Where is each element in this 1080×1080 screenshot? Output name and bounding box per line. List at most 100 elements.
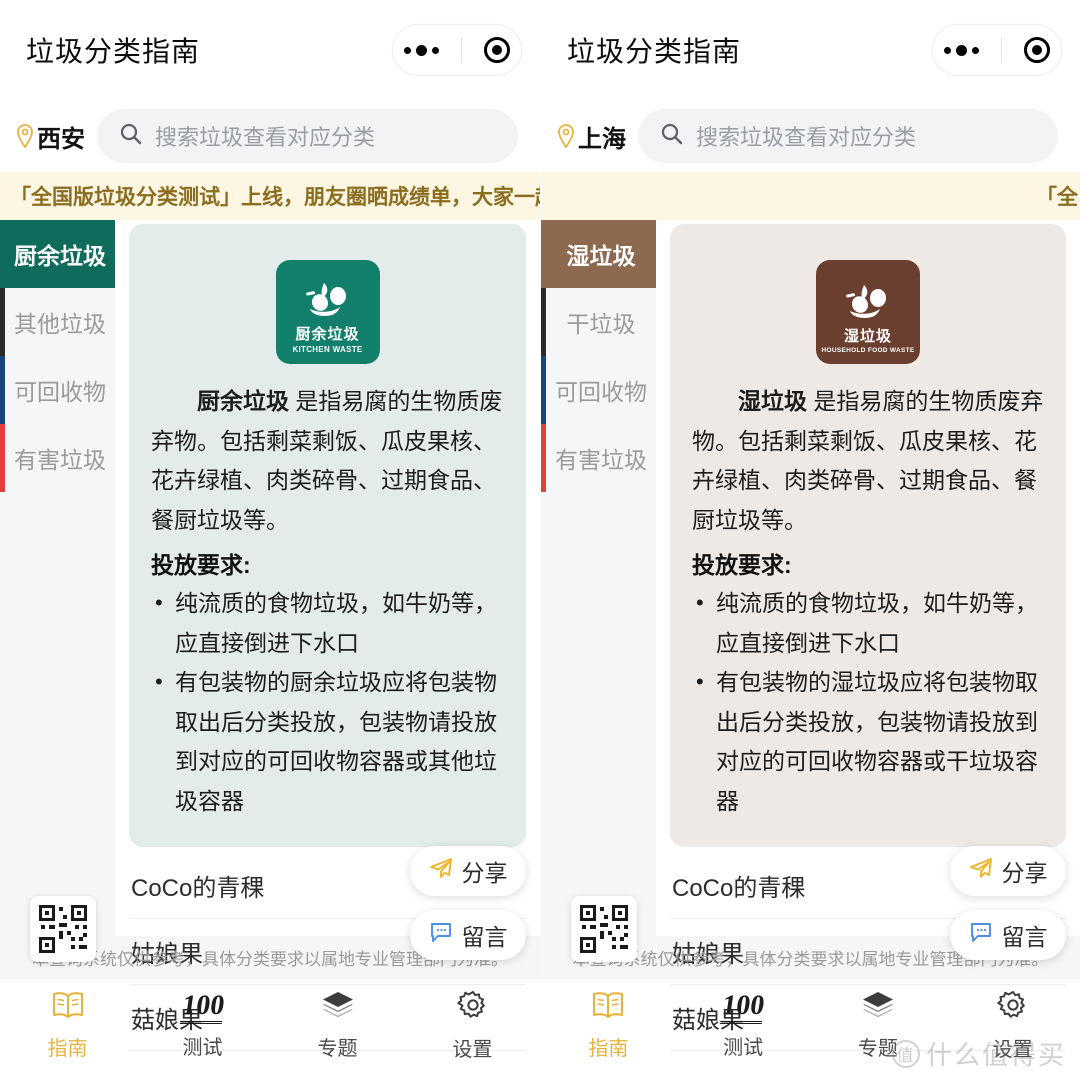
city-selector[interactable]: 上海: [557, 119, 626, 154]
kitchen-waste-badge-icon: 厨余垃圾 KITCHEN WASTE: [275, 260, 380, 364]
tab-label: 测试: [182, 1036, 223, 1059]
share-button[interactable]: 分享: [950, 846, 1066, 896]
qr-code-icon[interactable]: [30, 896, 96, 962]
floating-action-buttons: 分享 留言: [410, 846, 526, 960]
sidebar-item-hazardous[interactable]: 有害垃圾: [541, 424, 656, 492]
city-name: 西安: [37, 125, 85, 153]
comment-button[interactable]: 留言: [950, 910, 1066, 960]
tab-guide[interactable]: 指南: [541, 979, 676, 1072]
comment-label: 留言: [1001, 924, 1048, 950]
tab-test[interactable]: 100 测试: [135, 979, 270, 1072]
tab-topics[interactable]: 专题: [270, 979, 405, 1072]
list-item: 有包装物的湿垃圾应将包装物取出后分类投放，包装物请投放到对应的可回收物容器或干垃…: [692, 663, 1044, 821]
phone-screen-xian: 垃圾分类指南 西安 搜索垃圾查看对应分类 「全国版垃圾分类测试」上线，朋友圈晒成…: [0, 0, 540, 1080]
layers-icon: [861, 990, 895, 1025]
main-content: 厨余垃圾 其他垃圾 可回收物 有害垃圾 厨余垃圾 KITCHEN WASTE 厨…: [0, 220, 540, 1052]
comment-bubble-icon: [429, 920, 453, 950]
sidebar-item-label: 其他垃圾: [14, 311, 106, 337]
category-info-card: 湿垃圾 HOUSEHOLD FOOD WASTE 湿垃圾 是指易腐的生物质废弃物…: [670, 224, 1066, 848]
badge-label-en: KITCHEN WASTE: [292, 345, 363, 354]
search-placeholder: 搜索垃圾查看对应分类: [155, 125, 376, 150]
tab-topics[interactable]: 专题: [811, 979, 946, 1072]
sidebar-item-wet-waste[interactable]: 湿垃圾: [541, 220, 656, 288]
tab-settings[interactable]: 设置: [945, 979, 1080, 1072]
gear-icon: [996, 989, 1029, 1026]
page-title: 垃圾分类指南: [567, 36, 742, 67]
more-dots-icon[interactable]: [944, 44, 979, 56]
capsule-divider: [1001, 37, 1002, 63]
tab-label: 指南: [588, 1038, 629, 1060]
badge-label-cn: 湿垃圾: [843, 327, 892, 345]
tab-test[interactable]: 100 测试: [676, 979, 811, 1072]
category-badge-wrap: 湿垃圾 HOUSEHOLD FOOD WASTE: [692, 246, 1044, 382]
gear-icon: [456, 989, 489, 1026]
search-icon: [119, 122, 143, 151]
more-dots-icon[interactable]: [404, 44, 439, 56]
city-selector[interactable]: 西安: [16, 119, 85, 154]
announcement-text: 「全: [1036, 186, 1078, 209]
sidebar-item-recyclable[interactable]: 可回收物: [0, 356, 115, 424]
open-book-icon: [51, 990, 85, 1025]
paper-plane-icon: [969, 856, 993, 886]
sidebar-item-label: 厨余垃圾: [14, 243, 106, 269]
category-detail-panel: 厨余垃圾 KITCHEN WASTE 厨余垃圾 是指易腐的生物质废弃物。包括剩菜…: [115, 220, 540, 1052]
target-icon[interactable]: [484, 37, 510, 63]
tab-label: 专题: [317, 1038, 358, 1060]
sidebar-item-label: 湿垃圾: [566, 243, 636, 269]
category-description-lead: 湿垃圾: [738, 388, 807, 414]
tab-settings[interactable]: 设置: [405, 979, 540, 1072]
requirements-list: 纯流质的食物垃圾，如牛奶等，应直接倒进下水口 有包装物的厨余垃圾应将包装物取出后…: [151, 584, 504, 821]
tab-label: 设置: [452, 1039, 493, 1061]
tab-label: 专题: [857, 1038, 898, 1060]
location-pin-icon: [557, 124, 575, 148]
sidebar-item-kitchen-waste[interactable]: 厨余垃圾: [0, 220, 115, 288]
announcement-text: 「全国版垃圾分类测试」上线，朋友圈晒成绩单，大家一起来比拼！: [10, 186, 540, 209]
tab-guide[interactable]: 指南: [0, 979, 135, 1072]
category-detail-panel: 湿垃圾 HOUSEHOLD FOOD WASTE 湿垃圾 是指易腐的生物质废弃物…: [656, 220, 1080, 1052]
announcement-banner[interactable]: 「全国版垃圾分类测试」上线，朋友圈晒成绩单，大家一起来比拼！: [0, 172, 540, 220]
search-row: 上海 搜索垃圾查看对应分类: [541, 100, 1080, 172]
comment-button[interactable]: 留言: [410, 910, 526, 960]
share-label: 分享: [1001, 860, 1048, 886]
tab-label: 测试: [723, 1036, 764, 1059]
category-description: 湿垃圾 是指易腐的生物质废弃物。包括剩菜剩饭、瓜皮果核、花卉绿植、肉类碎骨、过期…: [692, 382, 1044, 540]
tab-label: 指南: [47, 1038, 88, 1060]
sidebar-item-label: 可回收物: [555, 379, 647, 405]
main-content: 湿垃圾 干垃圾 可回收物 有害垃圾 湿垃圾 HOUSEHOLD FOOD WAS…: [541, 220, 1080, 1052]
sidebar-item-dry-waste[interactable]: 干垃圾: [541, 288, 656, 356]
hundred-points-icon: 100: [719, 990, 767, 1024]
announcement-banner[interactable]: 「全: [541, 172, 1080, 220]
comment-label: 留言: [461, 924, 508, 950]
bottom-tab-bar: 指南 100 测试 专题 设置: [541, 978, 1080, 1072]
sidebar-item-recyclable[interactable]: 可回收物: [541, 356, 656, 424]
wet-waste-badge-icon: 湿垃圾 HOUSEHOLD FOOD WASTE: [816, 260, 920, 364]
share-label: 分享: [461, 860, 508, 886]
requirements-list: 纯流质的食物垃圾，如牛奶等，应直接倒进下水口 有包装物的湿垃圾应将包装物取出后分…: [692, 584, 1044, 821]
wechat-capsule[interactable]: [392, 24, 522, 76]
category-sidebar: 厨余垃圾 其他垃圾 可回收物 有害垃圾: [0, 220, 115, 936]
open-book-icon: [591, 990, 625, 1025]
search-placeholder: 搜索垃圾查看对应分类: [696, 125, 917, 150]
search-input[interactable]: 搜索垃圾查看对应分类: [97, 109, 518, 163]
requirements-title: 投放要求:: [692, 552, 792, 579]
city-name: 上海: [578, 125, 626, 153]
floating-action-buttons: 分享 留言: [950, 846, 1066, 960]
target-icon[interactable]: [1024, 37, 1050, 63]
tab-label: 设置: [992, 1039, 1033, 1061]
sidebar-item-label: 可回收物: [14, 379, 106, 405]
qr-code-icon[interactable]: [571, 896, 637, 962]
bottom-tab-bar: 指南 100 测试 专题 设置: [0, 978, 540, 1072]
category-description-lead: 厨余垃圾: [197, 388, 289, 414]
category-sidebar: 湿垃圾 干垃圾 可回收物 有害垃圾: [541, 220, 656, 936]
wechat-capsule[interactable]: [932, 24, 1062, 76]
share-button[interactable]: 分享: [410, 846, 526, 896]
comment-bubble-icon: [969, 920, 993, 950]
list-item: 纯流质的食物垃圾，如牛奶等，应直接倒进下水口: [692, 584, 1044, 663]
sidebar-item-label: 有害垃圾: [555, 447, 647, 473]
category-badge-wrap: 厨余垃圾 KITCHEN WASTE: [151, 246, 504, 382]
sidebar-item-hazardous[interactable]: 有害垃圾: [0, 424, 115, 492]
sidebar-item-other-waste[interactable]: 其他垃圾: [0, 288, 115, 356]
search-input[interactable]: 搜索垃圾查看对应分类: [638, 109, 1058, 163]
paper-plane-icon: [429, 856, 453, 886]
search-icon: [660, 122, 684, 151]
